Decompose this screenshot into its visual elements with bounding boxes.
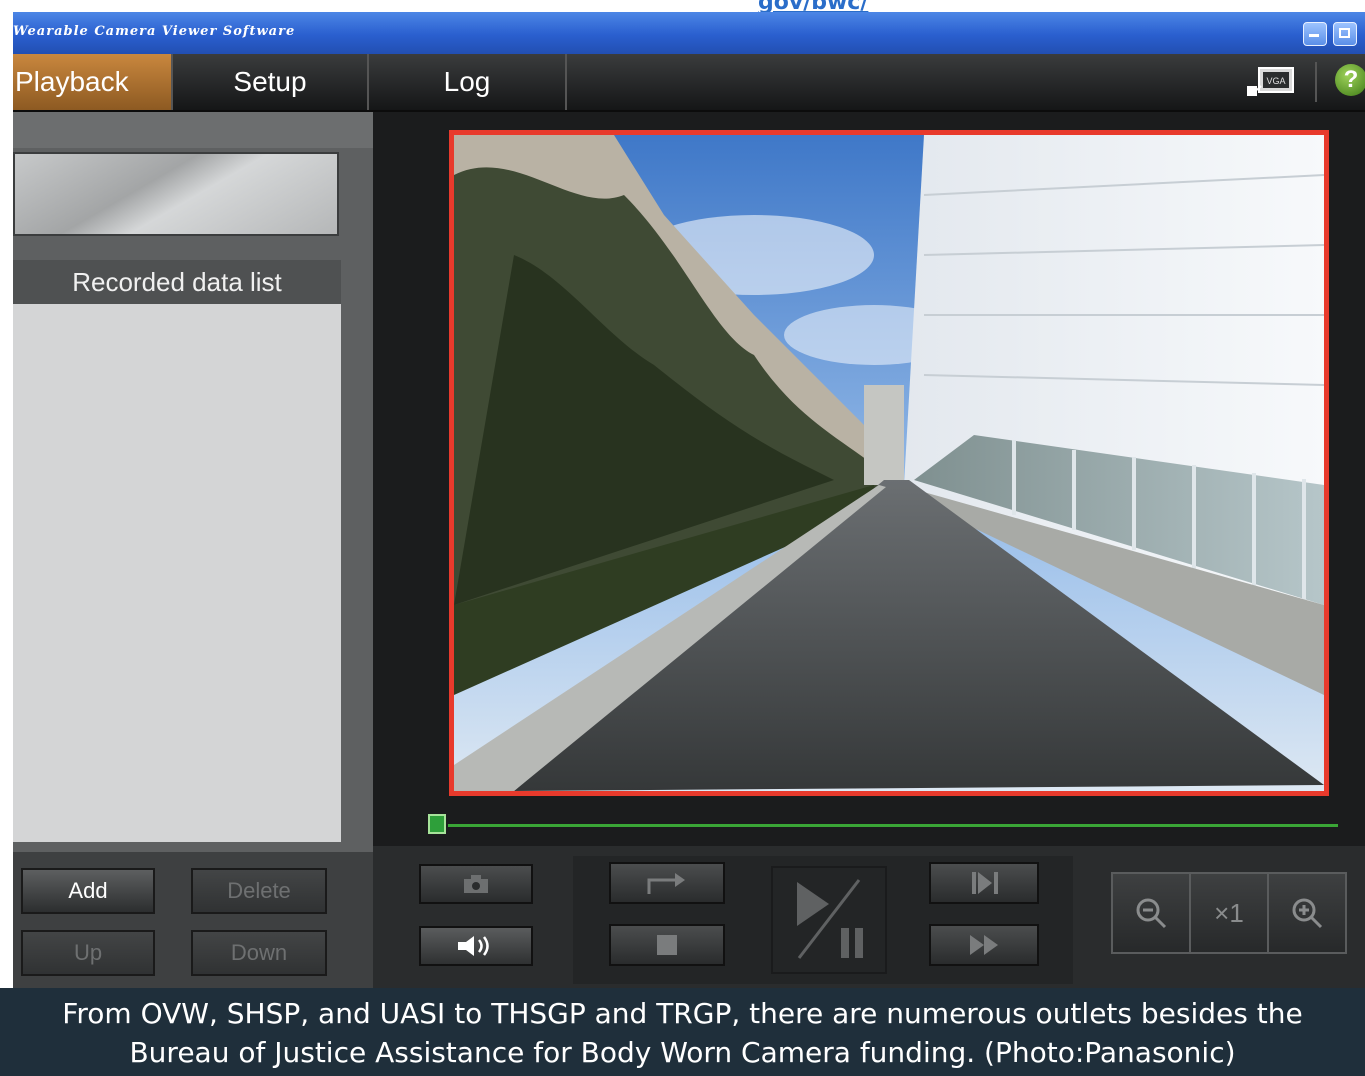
up-button[interactable]: Up [21, 930, 155, 976]
tab-log[interactable]: Log [369, 54, 567, 110]
repeat-button[interactable] [609, 862, 725, 904]
caption-line-1: From OVW, SHSP, and UASI to THSGP and TR… [62, 997, 1303, 1030]
tab-setup[interactable]: Setup [173, 54, 369, 110]
audio-button[interactable] [419, 926, 533, 966]
maximize-icon [1339, 28, 1350, 38]
vga-display-icon[interactable]: VGA [1245, 66, 1297, 98]
timeline-track [448, 824, 1338, 827]
list-buttons: Add Delete Up Down [13, 852, 373, 988]
stop-button[interactable] [609, 924, 725, 966]
caption-line-2: Bureau of Justice Assistance for Body Wo… [129, 1036, 1236, 1069]
vga-label: VGA [1266, 76, 1285, 86]
player-panel: ×1 [373, 112, 1365, 988]
left-panel-strip [13, 112, 373, 148]
delete-button[interactable]: Delete [191, 868, 327, 914]
play-pause-button[interactable] [771, 866, 887, 974]
recorded-data-list[interactable] [13, 304, 341, 842]
video-frame[interactable] [449, 130, 1329, 796]
help-icon[interactable]: ? [1335, 64, 1365, 96]
thumbnail-preview [13, 152, 339, 236]
recorded-data-list-header: Recorded data list [13, 260, 341, 304]
title-bar: Wearable Camera Viewer Software [13, 12, 1365, 54]
step-forward-icon [972, 872, 998, 894]
playback-controls: ×1 [373, 846, 1365, 988]
next-frame-button[interactable] [929, 862, 1039, 904]
zoom-out-icon [1136, 898, 1167, 929]
playback-timeline[interactable] [428, 812, 1338, 838]
window-title: Wearable Camera Viewer Software [13, 24, 296, 39]
speaker-icon [458, 936, 489, 956]
zoom-out-button[interactable] [1111, 872, 1191, 954]
zoom-in-button[interactable] [1267, 872, 1347, 954]
menu-separator [1315, 62, 1317, 102]
video-still-image [454, 135, 1324, 791]
left-panel: Recorded data list Add Delete Up Down [13, 112, 373, 988]
add-button[interactable]: Add [21, 868, 155, 914]
minimize-button[interactable] [1303, 22, 1327, 46]
fast-forward-button[interactable] [929, 924, 1039, 966]
snapshot-button[interactable] [419, 864, 533, 904]
timeline-slider-handle[interactable] [428, 814, 446, 834]
menu-bar: Playback Setup Log VGA ? [13, 54, 1365, 112]
play-pause-icon [797, 879, 863, 959]
minimize-icon [1309, 34, 1319, 37]
down-button[interactable]: Down [191, 930, 327, 976]
photo-caption: From OVW, SHSP, and UASI to THSGP and TR… [0, 988, 1365, 1076]
repeat-icon [647, 873, 685, 894]
tab-playback[interactable]: Playback [13, 54, 173, 110]
camera-icon [464, 875, 488, 893]
camera-viewer-window: Wearable Camera Viewer Software Playback… [13, 12, 1365, 988]
fast-forward-icon [970, 935, 998, 955]
stop-icon [657, 935, 677, 955]
maximize-button[interactable] [1333, 22, 1357, 46]
zoom-in-icon [1292, 898, 1323, 929]
zoom-level: ×1 [1189, 872, 1269, 954]
